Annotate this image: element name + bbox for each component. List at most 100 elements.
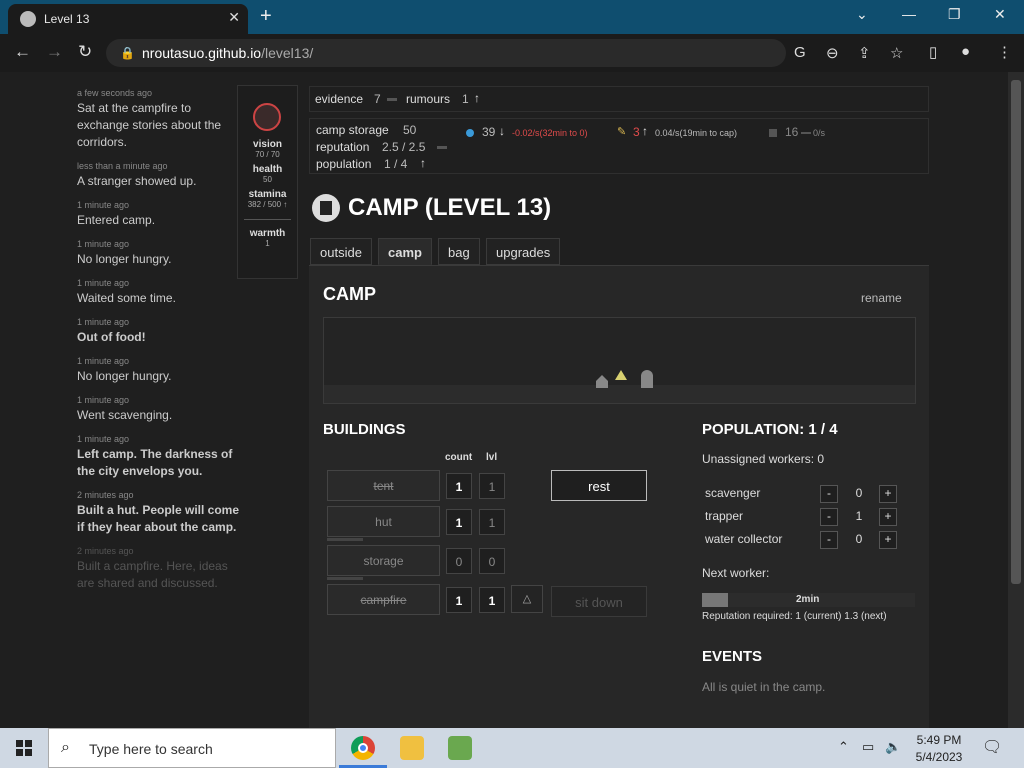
log-time: 1 minute ago <box>77 434 130 444</box>
next-worker-progress-fill <box>702 593 728 607</box>
population-value: 1 / 4 <box>384 157 408 171</box>
log-text: No longer hungry. <box>77 252 172 266</box>
camp-heading: CAMP <box>323 284 376 304</box>
upgrade-campfire-button[interactable]: △ <box>511 585 543 613</box>
menu-kebab-icon[interactable]: ⋮ <box>997 43 1012 61</box>
message-log: a few seconds ago Sat at the campfire to … <box>77 88 242 602</box>
build-tent-button[interactable]: tent <box>327 470 440 501</box>
storage-value: 50 <box>403 123 417 137</box>
water-rate: -0.02/s(32min to 0) <box>512 128 588 138</box>
campfire-lvl: 1 <box>479 587 505 613</box>
back-button[interactable]: ← <box>14 42 31 62</box>
camp-panel: CAMP rename BUILDINGS count lvl tent 1 1… <box>309 265 929 728</box>
log-text: Sat at the campfire to exchange stories … <box>77 101 222 149</box>
rumours-label: rumours <box>406 92 451 106</box>
close-window-button[interactable]: ✕ <box>994 6 1006 23</box>
rumours-value: 1 <box>462 92 469 106</box>
log-entry: 1 minute ago Entered camp. <box>77 200 242 229</box>
network-icon[interactable]: ▭ <box>862 739 874 755</box>
tab-search-icon[interactable]: ⌄ <box>856 6 868 23</box>
scrollbar-thumb[interactable] <box>1011 80 1021 584</box>
address-bar[interactable]: 🔒 nroutasuo.github.io/level13/ G ⊖ ⇪ ☆ <box>106 39 903 67</box>
log-text: Built a hut. People will come if they he… <box>77 503 240 534</box>
url-path: /level13/ <box>261 45 314 61</box>
food-rate: 0.04/s(19min to cap) <box>655 128 738 138</box>
close-tab-icon[interactable]: ✕ <box>228 9 240 26</box>
dash-icon <box>437 146 447 149</box>
volume-icon[interactable]: 🔈 <box>885 739 901 755</box>
file-explorer-icon[interactable] <box>400 736 424 760</box>
taskbar-clock[interactable]: 5:49 PM 5/4/2023 <box>908 733 970 764</box>
reload-button[interactable]: ↻ <box>78 42 92 62</box>
scavenger-stepper: - 0 + <box>820 485 900 503</box>
log-time: 1 minute ago <box>77 395 130 405</box>
buildings-heading: BUILDINGS <box>323 421 406 438</box>
google-icon[interactable]: G <box>794 44 806 61</box>
profile-icon[interactable]: ● <box>961 43 970 60</box>
storage-progress <box>327 577 363 580</box>
log-text: No longer hungry. <box>77 369 172 383</box>
population-heading: POPULATION: 1 / 4 <box>702 421 838 438</box>
new-tab-button[interactable]: + <box>260 5 272 28</box>
rest-button[interactable]: rest <box>551 470 647 501</box>
log-time: 2 minutes ago <box>77 490 134 500</box>
sit-down-button[interactable]: sit down <box>551 586 647 617</box>
player-status-box: vision 70 / 70 health 50 stamina 382 / 5… <box>237 85 298 279</box>
trapper-count: 1 <box>855 509 863 523</box>
decrease-scavenger-button[interactable]: - <box>820 485 838 503</box>
tent-lvl: 1 <box>479 473 505 499</box>
build-campfire-button[interactable]: campfire <box>327 584 440 615</box>
share-icon[interactable]: ⇪ <box>858 44 871 62</box>
log-text: Built a campfire. Here, ideas are shared… <box>77 559 228 590</box>
browser-tab[interactable]: Level 13 ✕ <box>8 4 248 34</box>
events-text: All is quiet in the camp. <box>702 680 826 694</box>
build-storage-button[interactable]: storage <box>327 545 440 576</box>
favicon-icon <box>20 11 36 27</box>
events-heading: EVENTS <box>702 648 763 665</box>
water-icon <box>466 129 474 137</box>
tab-bag[interactable]: bag <box>438 238 480 265</box>
page-scrollbar[interactable] <box>1008 72 1024 728</box>
tab-camp[interactable]: camp <box>378 238 432 265</box>
taskbar-search-input[interactable]: ⌕ Type here to search <box>48 728 336 768</box>
notifications-icon[interactable]: 🗨 <box>982 737 1002 757</box>
storage-label: camp storage <box>316 123 389 137</box>
log-entry: 2 minutes ago Built a hut. People will co… <box>77 490 242 536</box>
warmth-label: warmth <box>249 228 286 239</box>
page-title: CAMP (LEVEL 13) <box>348 194 552 221</box>
campfire-icon <box>615 370 627 380</box>
chrome-icon[interactable] <box>351 736 375 760</box>
chevron-up-icon[interactable]: ⌃ <box>838 739 849 755</box>
stamina-label: stamina <box>248 189 287 200</box>
increase-water-collector-button[interactable]: + <box>879 531 897 549</box>
lock-icon: 🔒 <box>120 46 135 60</box>
arrow-up-icon: ↑ <box>642 124 648 138</box>
forward-button[interactable]: → <box>46 42 63 62</box>
browser-toolbar: ← → ↻ 🔒 nroutasuo.github.io/level13/ G ⊖… <box>0 34 1024 72</box>
restore-button[interactable]: ❐ <box>948 6 961 23</box>
next-worker-label: Next worker: <box>702 566 770 580</box>
minimize-button[interactable]: — <box>902 6 916 22</box>
tab-outside[interactable]: outside <box>310 238 372 265</box>
decrease-water-collector-button[interactable]: - <box>820 531 838 549</box>
hut-count: 1 <box>446 509 472 535</box>
increase-trapper-button[interactable]: + <box>879 508 897 526</box>
camp-resources-bar: camp storage 50 reputation 2.5 / 2.5 pop… <box>309 118 929 174</box>
hut-lvl: 1 <box>479 509 505 535</box>
increase-scavenger-button[interactable]: + <box>879 485 897 503</box>
side-panel-icon[interactable]: ▯ <box>929 43 937 61</box>
build-hut-button[interactable]: hut <box>327 506 440 537</box>
lvl-header: lvl <box>486 452 498 463</box>
arrow-up-icon: ↑ <box>283 200 288 209</box>
notepad-app-icon[interactable] <box>448 736 472 760</box>
windows-start-icon[interactable] <box>16 740 32 756</box>
log-time: 1 minute ago <box>77 239 130 249</box>
url-host: nroutasuo.github.io <box>142 45 262 61</box>
tab-upgrades[interactable]: upgrades <box>486 238 561 265</box>
zoom-icon[interactable]: ⊖ <box>826 44 839 62</box>
rename-button[interactable]: rename <box>861 291 902 305</box>
decrease-trapper-button[interactable]: - <box>820 508 838 526</box>
arrow-up-icon: ↑ <box>474 91 480 105</box>
bookmark-star-icon[interactable]: ☆ <box>890 44 903 62</box>
log-text: Waited some time. <box>77 291 176 305</box>
